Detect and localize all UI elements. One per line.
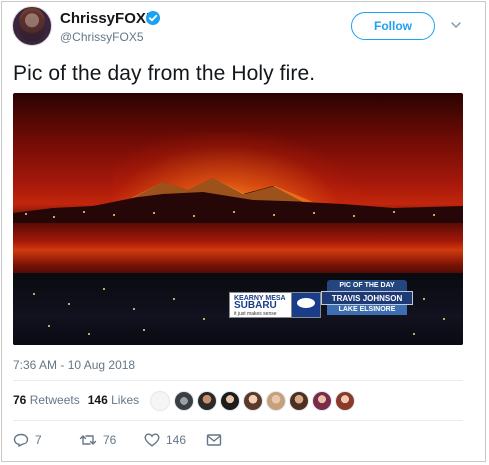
liker-avatar[interactable] xyxy=(312,391,332,411)
liker-avatar[interactable] xyxy=(197,391,217,411)
retweets-label: Retweets xyxy=(29,393,80,407)
liker-avatar[interactable] xyxy=(289,391,309,411)
banner-title: PIC OF THE DAY xyxy=(327,280,407,291)
engagement-stats: 76 Retweets 146 Likes xyxy=(13,393,139,407)
message-button[interactable] xyxy=(206,433,222,447)
reply-button[interactable]: 7 xyxy=(13,433,42,447)
photo-location: LAKE ELSINORE xyxy=(327,305,407,315)
user-handle[interactable]: @ChrissyFOX5 xyxy=(60,30,144,44)
liker-avatar[interactable] xyxy=(150,391,170,411)
retweets-count: 76 xyxy=(13,393,27,407)
likes-label: Likes xyxy=(111,393,140,407)
liker-avatar[interactable] xyxy=(174,391,194,411)
liker-avatar[interactable] xyxy=(266,391,286,411)
like-button[interactable]: 146 xyxy=(144,433,186,447)
liker-avatar[interactable] xyxy=(220,391,240,411)
like-count: 146 xyxy=(166,433,187,447)
sponsor-line3: it just makes sense xyxy=(234,311,277,317)
follow-button[interactable]: Follow xyxy=(351,12,435,40)
heart-icon xyxy=(144,433,160,447)
tweet-photo[interactable]: KEARNY MESA SUBARU it just makes sense P… xyxy=(13,93,463,345)
likes-stat[interactable]: 146 Likes xyxy=(88,393,139,407)
sponsor-line2: SUBARU xyxy=(234,300,277,311)
reply-icon xyxy=(13,433,29,447)
retweet-icon xyxy=(79,435,97,445)
pic-of-day-banner: PIC OF THE DAY TRAVIS JOHNSON LAKE ELSIN… xyxy=(321,280,413,316)
chevron-down-icon[interactable] xyxy=(449,18,463,32)
retweet-count: 76 xyxy=(103,433,117,447)
retweet-button[interactable]: 76 xyxy=(79,433,116,447)
tweet-card: ChrissyFOX5 @ChrissyFOX5 Follow Pic of t… xyxy=(1,1,486,462)
user-display-name[interactable]: ChrissyFOX5 xyxy=(60,10,154,27)
liker-avatar[interactable] xyxy=(243,391,263,411)
photographer-name: TRAVIS JOHNSON xyxy=(321,291,413,305)
envelope-icon xyxy=(206,434,222,446)
mountain-silhouette xyxy=(13,178,463,228)
divider xyxy=(13,380,463,381)
retweets-stat[interactable]: 76 Retweets xyxy=(13,393,80,407)
subaru-logo-icon xyxy=(291,292,321,318)
tweet-text: Pic of the day from the Holy fire. xyxy=(13,62,316,85)
verified-badge-icon xyxy=(146,11,160,25)
divider xyxy=(13,420,463,421)
likes-count: 146 xyxy=(87,393,108,407)
liker-avatar[interactable] xyxy=(335,391,355,411)
reply-count: 7 xyxy=(35,433,42,447)
user-avatar[interactable] xyxy=(12,6,52,46)
tweet-timestamp[interactable]: 7:36 AM - 10 Aug 2018 xyxy=(13,358,135,372)
